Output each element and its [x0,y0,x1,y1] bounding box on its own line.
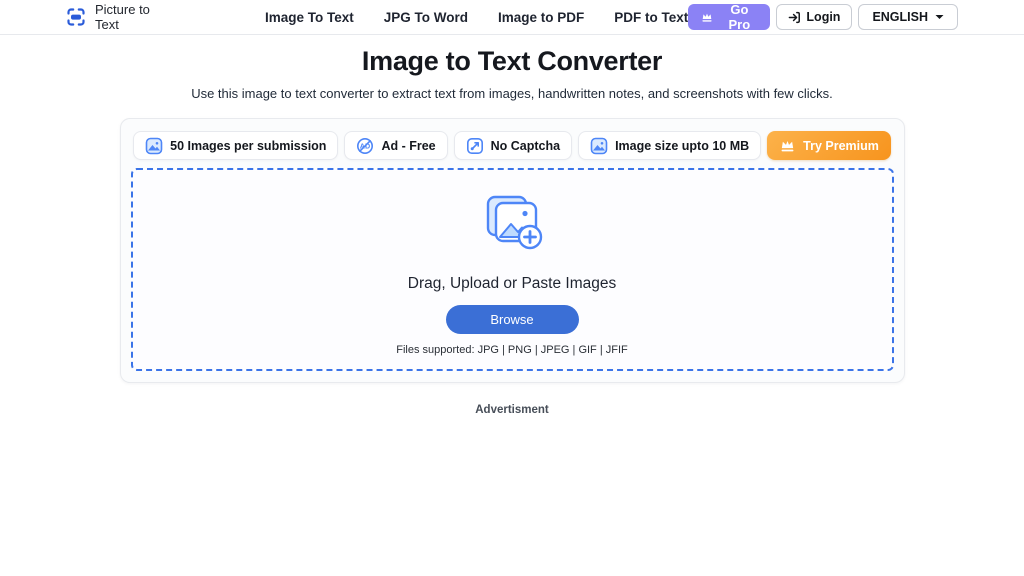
badge-ad-free: AD Ad - Free [344,131,447,160]
nav-links: Image To Text JPG To Word Image to PDF P… [265,10,688,25]
nav-link-image-to-text[interactable]: Image To Text [265,10,354,25]
browse-button[interactable]: Browse [446,305,579,334]
hero-section: Image to Text Converter Use this image t… [0,46,1024,101]
image-icon [145,137,163,155]
go-pro-button[interactable]: Go Pro [688,4,770,30]
dropzone-instruction: Drag, Upload or Paste Images [408,275,617,293]
files-supported-text: Files supported: JPG | PNG | JPEG | GIF … [396,344,627,356]
page-title: Image to Text Converter [0,46,1024,77]
go-pro-label: Go Pro [720,2,758,32]
login-label: Login [806,10,840,24]
crown-icon [779,137,796,154]
badge-image-size: Image size upto 10 MB [578,131,761,160]
login-arrow-icon [788,11,801,24]
nav-link-pdf-to-text[interactable]: PDF to Text [614,10,688,25]
badge-no-captcha: No Captcha [454,131,572,160]
captcha-icon [466,137,484,155]
try-premium-label: Try Premium [803,139,879,153]
advertisement-label: Advertisment [0,404,1024,416]
brand[interactable]: Picture to Text [65,2,175,32]
chevron-down-icon [935,14,944,20]
badge-label: Image size upto 10 MB [615,139,749,153]
badge-label: Ad - Free [381,139,435,153]
navbar: Picture to Text Image To Text JPG To Wor… [0,0,1024,35]
converter-card: 50 Images per submission AD Ad - Free [120,118,905,383]
language-label: ENGLISH [872,10,928,24]
brand-name: Picture to Text [95,2,175,32]
nav-actions: Go Pro Login ENGLISH [688,4,958,30]
login-button[interactable]: Login [776,4,852,30]
crown-icon [700,10,714,24]
page-subtitle: Use this image to text converter to extr… [0,86,1024,101]
add-images-icon [480,189,544,256]
feature-badges: 50 Images per submission AD Ad - Free [131,131,894,160]
no-ads-icon: AD [356,137,374,155]
upload-dropzone[interactable]: Drag, Upload or Paste Images Browse File… [131,168,894,371]
try-premium-button[interactable]: Try Premium [767,131,891,160]
nav-link-jpg-to-word[interactable]: JPG To Word [384,10,468,25]
badge-images-per-submission: 50 Images per submission [133,131,338,160]
scan-logo-icon [65,6,87,28]
image-icon [590,137,608,155]
nav-link-image-to-pdf[interactable]: Image to PDF [498,10,584,25]
language-selector[interactable]: ENGLISH [858,4,958,30]
badge-label: 50 Images per submission [170,139,326,153]
badge-label: No Captcha [491,139,560,153]
